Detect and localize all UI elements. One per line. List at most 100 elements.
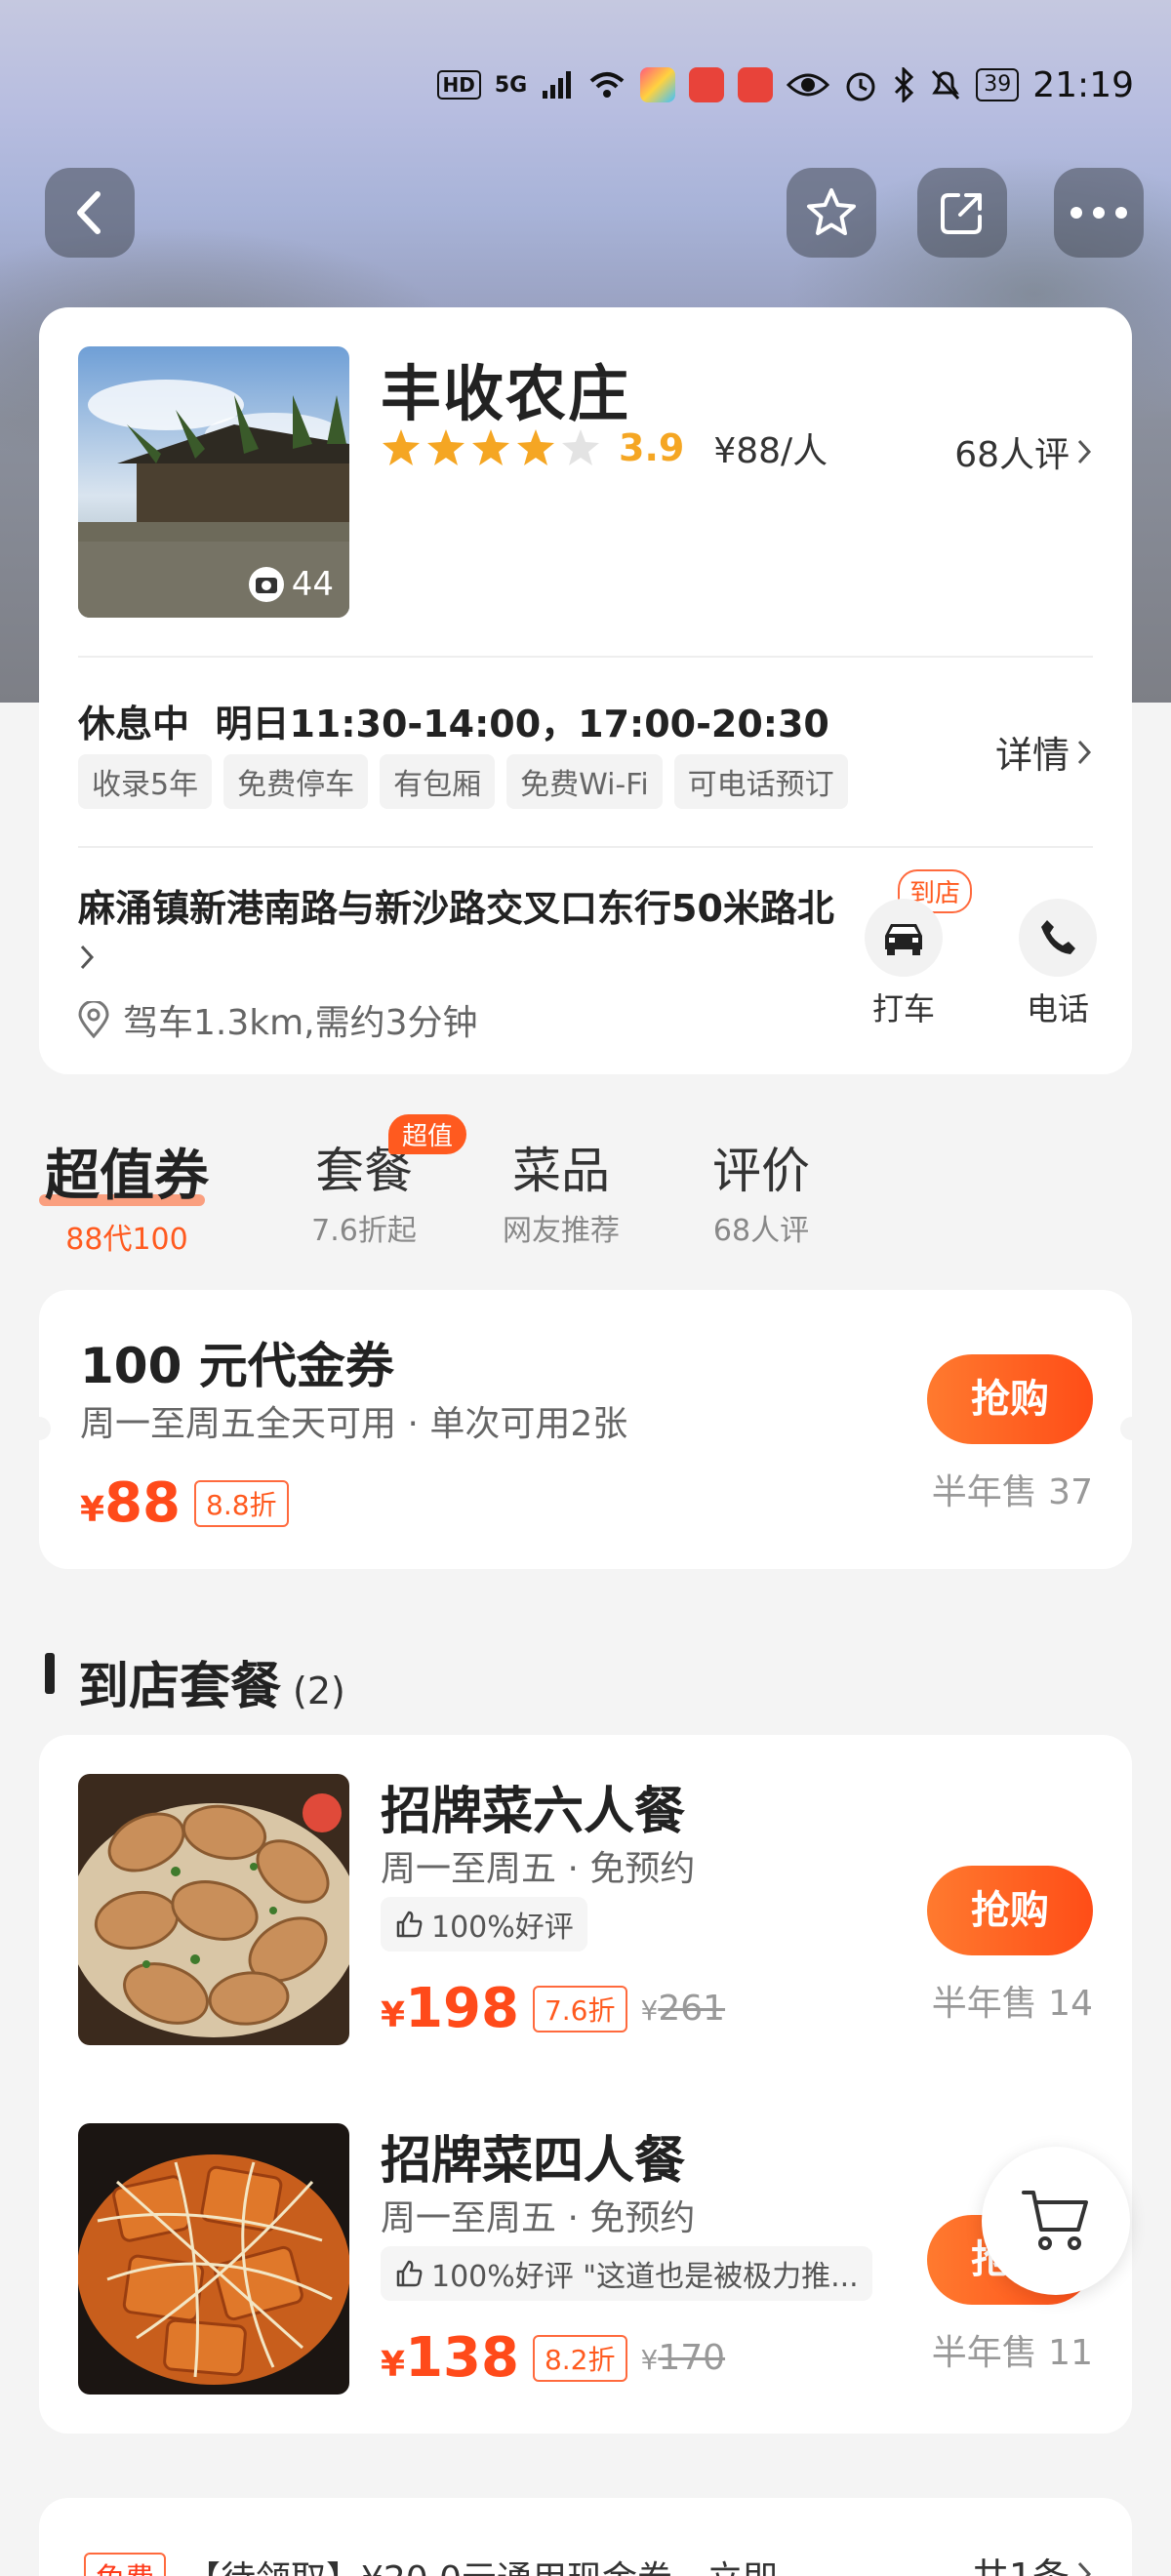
star-filled-icon: [427, 429, 464, 465]
feature-tag: 收录5年: [78, 754, 213, 809]
details-link[interactable]: 详情: [995, 725, 1093, 779]
fried-dish-photo: [78, 1774, 349, 2045]
app-notification-icon: [640, 67, 676, 102]
free-badge: 免费: [84, 2553, 166, 2576]
coupon-notch-right: [1120, 1417, 1144, 1440]
package-terms: 周一至周五 · 免预约: [381, 2198, 696, 2238]
packages-section-title: 到店套餐 (2): [78, 1645, 345, 1718]
wifi-icon: [589, 72, 625, 98]
feature-tags: 收录5年 免费停车 有包厢 免费Wi-Fi 可电话预订: [78, 754, 848, 809]
taxi-label: 打车: [871, 990, 935, 1027]
currency-symbol: ¥: [80, 1490, 105, 1530]
shop-photo[interactable]: 44: [78, 346, 349, 618]
divider: [78, 656, 1093, 658]
tab-sub: 7.6折起: [311, 1214, 417, 1248]
rating-row: 3.9 ¥88/人: [381, 423, 828, 473]
price-amount: 88: [104, 1471, 181, 1535]
package-photo[interactable]: [78, 2123, 349, 2395]
tab-coupons[interactable]: 超值券 88代100: [41, 1132, 213, 1258]
address-link[interactable]: 麻涌镇新港南路与新沙路交叉口东行50米路北: [78, 883, 839, 985]
tab-label: 评价: [712, 1143, 810, 1199]
package-sold-count: 半年售 11: [931, 2333, 1093, 2373]
signal-indicator: 5G: [494, 72, 528, 98]
voucher-price: ¥88 8.8折: [80, 1471, 289, 1535]
phone-button[interactable]: 电话: [1009, 899, 1107, 1029]
section-title-bar: [45, 1653, 55, 1694]
favorite-button[interactable]: [787, 168, 876, 258]
distance-info: 驾车1.3km,需约3分钟: [78, 994, 478, 1045]
phone-label: 电话: [1026, 990, 1089, 1027]
divider: [78, 846, 1093, 848]
original-price: ¥170: [641, 2338, 726, 2378]
details-label: 详情: [994, 734, 1070, 777]
share-button[interactable]: [917, 168, 1007, 258]
star-empty-icon: [562, 429, 599, 465]
status-bar: HD 5G 39 21:19: [436, 60, 1134, 109]
discount-badge: 8.2折: [532, 2334, 627, 2382]
promo-total[interactable]: 共1条: [972, 2547, 1093, 2576]
currency-symbol: ¥: [381, 1995, 406, 2035]
chevron-left-icon: [77, 191, 101, 234]
eye-icon: [787, 73, 830, 97]
section-tabs: 超值券 88代100 套餐 7.6折起 菜品 网友推荐 评价 68人评: [0, 1132, 1171, 1259]
rating-value: 3.9: [619, 426, 685, 469]
voucher-buy-button[interactable]: 抢购: [927, 1354, 1093, 1444]
package-review-text: 100%好评: [431, 1911, 574, 1945]
phone-icon: [1041, 920, 1075, 954]
voucher-title: 100 元代金券: [80, 1338, 394, 1394]
more-button[interactable]: [1054, 168, 1144, 258]
taxi-button[interactable]: 打车: [855, 899, 952, 1029]
voucher-sold-count: 半年售 37: [931, 1472, 1093, 1512]
package-name[interactable]: 招牌菜四人餐: [381, 2119, 685, 2193]
address-text: 麻涌镇新港南路与新沙路交叉口东行50米路北: [78, 887, 834, 930]
thumbs-up-icon: [396, 1911, 423, 1938]
feature-tag: 免费Wi-Fi: [506, 754, 663, 809]
promo-text: 【待领取】¥20.0元通用现金券，立即...: [185, 2551, 811, 2576]
package-terms: 周一至周五 · 免预约: [381, 1849, 696, 1889]
chevron-right-icon: [1077, 2561, 1092, 2576]
shop-notification-icon: [738, 67, 774, 102]
camera-icon: [248, 567, 284, 602]
tab-reviews[interactable]: 评价 68人评: [703, 1132, 820, 1249]
average-price: ¥88/人: [713, 431, 828, 471]
promo-card[interactable]: 免费 【待领取】¥20.0元通用现金券，立即... 共1条: [39, 2498, 1132, 2576]
original-price: ¥261: [641, 1989, 726, 2029]
currency-symbol: ¥: [640, 1994, 659, 2027]
review-count-link[interactable]: 68人评: [954, 426, 1093, 477]
package-review-tag: 100%好评 "这道也是被极力推...: [381, 2246, 872, 2301]
shopping-cart-icon: [1022, 2191, 1088, 2250]
mail-notification-icon: [689, 67, 725, 102]
star-filled-icon: [517, 429, 554, 465]
review-count-label: 68人评: [954, 435, 1070, 475]
discount-badge: 7.6折: [532, 1985, 627, 2033]
mute-icon: [932, 69, 960, 101]
bluetooth-icon: [895, 67, 914, 102]
thumbs-up-icon: [396, 2260, 423, 2287]
tab-label: 超值券: [45, 1145, 209, 1208]
feature-tag: 有包厢: [380, 754, 496, 809]
currency-symbol: ¥: [640, 2344, 659, 2376]
back-button[interactable]: [45, 168, 135, 258]
more-dots-icon: [1070, 207, 1127, 219]
car-icon: [885, 924, 922, 955]
price-value: ¥88: [80, 1471, 181, 1535]
tab-dishes[interactable]: 菜品 网友推荐: [498, 1132, 625, 1249]
package-review-text: 100%好评 "这道也是被极力推...: [431, 2260, 859, 2294]
battery-indicator: 39: [976, 68, 1020, 101]
package-review-tag: 100%好评: [381, 1897, 587, 1952]
package-buy-button[interactable]: 抢购: [927, 1866, 1093, 1955]
hd-indicator: HD: [436, 70, 481, 100]
original-amount: 261: [658, 1989, 726, 2029]
tab-label: 菜品: [512, 1143, 610, 1199]
signal-bars-icon: [543, 71, 572, 99]
voucher-terms: 周一至周五全天可用 · 单次可用2张: [80, 1404, 628, 1444]
package-name[interactable]: 招牌菜六人餐: [381, 1770, 685, 1843]
cart-button[interactable]: [982, 2147, 1130, 2295]
package-photo[interactable]: [78, 1774, 349, 2045]
photo-count-label: 44: [291, 565, 334, 604]
distance-text: 驾车1.3km,需约3分钟: [123, 1003, 478, 1043]
feature-tag: 免费停车: [223, 754, 369, 809]
time-display: 21:19: [1032, 64, 1134, 105]
voucher-card[interactable]: 100 元代金券 周一至周五全天可用 · 单次可用2张 ¥88 8.8折 抢购 …: [27, 1290, 1144, 1569]
share-icon: [941, 193, 982, 234]
